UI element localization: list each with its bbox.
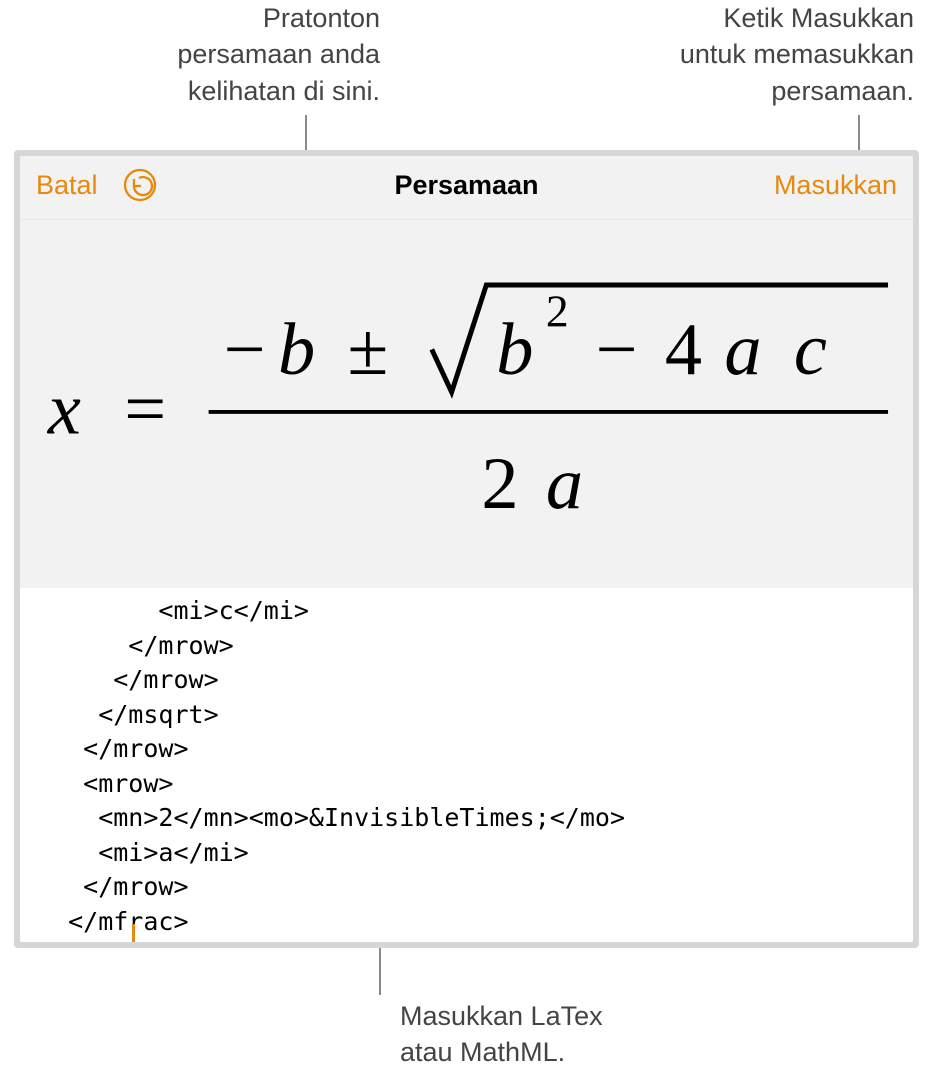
text-caret [132,924,135,942]
svg-text:−: − [223,309,265,391]
insert-button[interactable]: Masukkan [774,170,897,201]
callout-code: Masukkan LaTex atau MathML. [400,998,603,1071]
svg-text:4: 4 [665,309,702,391]
svg-text:a: a [546,443,583,525]
svg-text:a: a [724,309,761,391]
svg-text:±: ± [347,309,388,391]
svg-text:b: b [278,309,315,391]
callout-insert: Ketik Masukkan untuk memasukkan persamaa… [600,0,914,109]
equation-dialog: Batal Persamaan Masukkan x = [20,156,913,942]
svg-text:c: c [794,309,827,391]
equation-code-input[interactable] [20,588,913,942]
svg-text:2: 2 [481,443,518,525]
equation-dialog-frame: Batal Persamaan Masukkan x = [14,150,919,948]
dialog-header: Batal Persamaan Masukkan [20,156,913,220]
equation-preview: x = − b ± b 2 − 4 a c 2 [20,220,913,588]
equation-render: x = − b ± b 2 − 4 a c 2 [40,264,893,544]
svg-text:2: 2 [546,286,569,337]
svg-text:=: = [124,369,166,451]
svg-text:b: b [496,309,533,391]
svg-text:−: − [595,309,637,391]
callout-preview: Pratonton persamaan anda kelihatan di si… [150,0,380,109]
svg-text:x: x [47,369,81,451]
